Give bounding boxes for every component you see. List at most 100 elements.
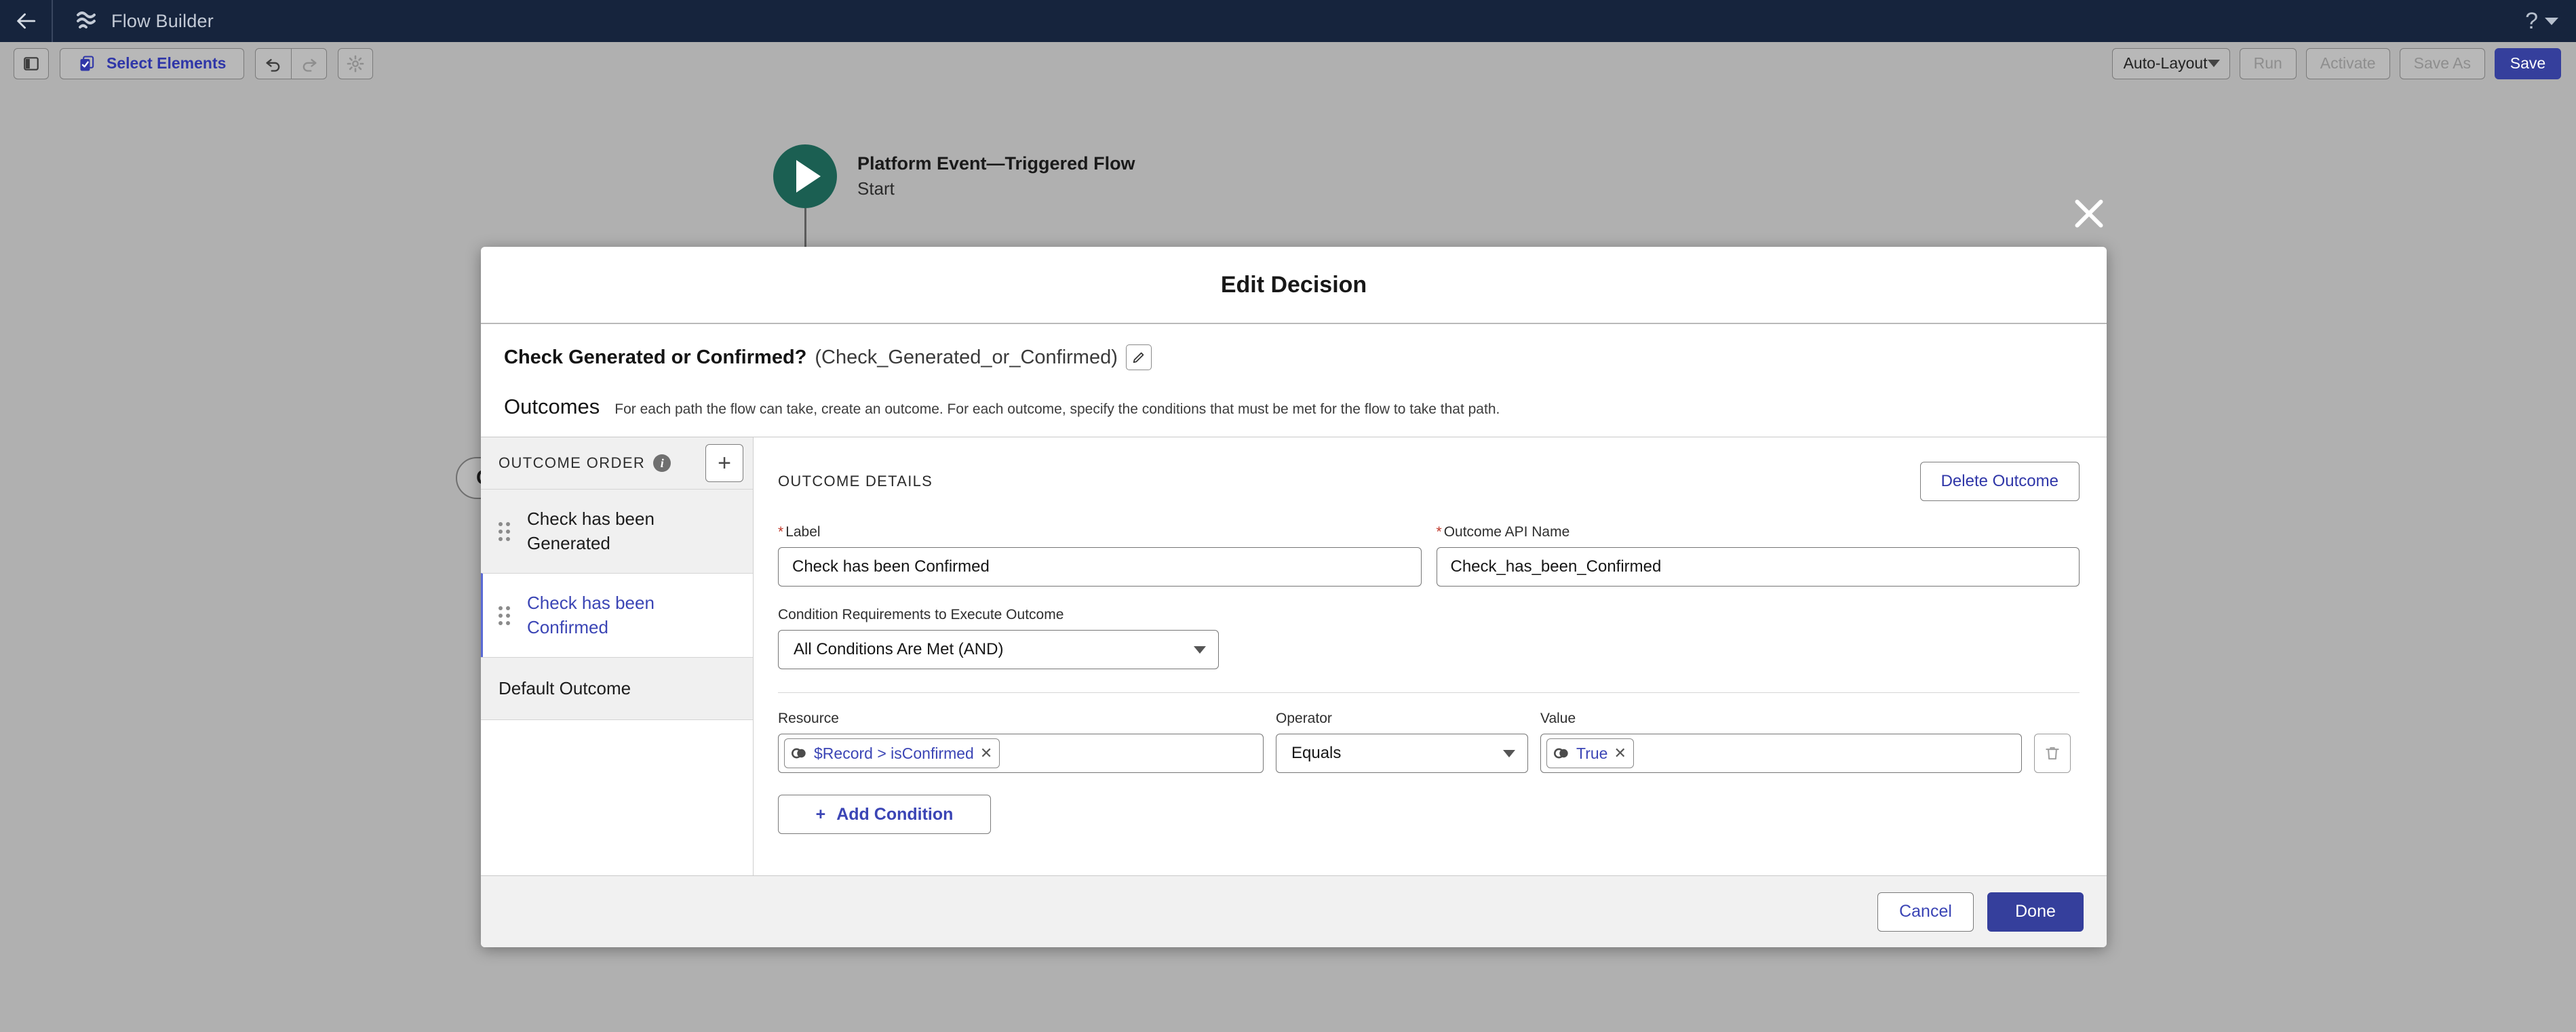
start-node-text: Platform Event—Triggered Flow Start xyxy=(857,153,1135,199)
toolbar-right-group: Auto-Layout Run Activate Save As Save xyxy=(2112,48,2576,79)
operator-label: Operator xyxy=(1276,711,1528,727)
builder-toolbar: Select Elements A xyxy=(0,42,2576,85)
outcomes-description: For each path the flow can take, create … xyxy=(614,401,1500,418)
label-field-label: *Label xyxy=(778,524,1422,540)
modal-close-button[interactable] xyxy=(2069,193,2109,234)
outcome-name-fields: *Label *Outcome API Name xyxy=(778,524,2080,587)
condition-requirements-label: Condition Requirements to Execute Outcom… xyxy=(778,607,1219,623)
help-menu[interactable]: ? xyxy=(2525,9,2576,33)
start-node-subtitle: Start xyxy=(857,178,1135,199)
value-label: Value xyxy=(1540,711,2022,727)
settings-button[interactable] xyxy=(338,48,373,79)
sidebar-filler xyxy=(481,720,753,875)
decision-label: Check Generated or Confirmed? xyxy=(504,346,806,369)
modal-header: Edit Decision xyxy=(481,247,2107,324)
layout-mode-value: Auto-Layout xyxy=(2124,54,2208,73)
merge-field-icon xyxy=(1553,746,1570,761)
modal-title: Edit Decision xyxy=(1221,272,1367,298)
edit-decision-modal: Edit Decision Check Generated or Confirm… xyxy=(481,247,2107,947)
redo-button[interactable] xyxy=(291,49,326,79)
default-outcome-item[interactable]: Default Outcome xyxy=(481,657,753,720)
chevron-down-icon xyxy=(1503,750,1515,757)
outcome-api-name-input[interactable] xyxy=(1437,547,2080,587)
merge-field-icon xyxy=(790,746,808,761)
select-elements-button[interactable]: Select Elements xyxy=(60,48,244,79)
side-panel-toggle-icon xyxy=(22,55,40,73)
activate-button[interactable]: Activate xyxy=(2306,48,2390,79)
required-marker: * xyxy=(1437,524,1442,540)
operator-field-group: Operator Equals xyxy=(1276,711,1528,773)
decision-name-section: Check Generated or Confirmed? (Check_Gen… xyxy=(481,324,2107,370)
layout-mode-dropdown[interactable]: Auto-Layout xyxy=(2112,48,2230,79)
outcome-order-sidebar: OUTCOME ORDER i + Check has been Generat… xyxy=(481,437,754,875)
info-icon[interactable]: i xyxy=(653,454,671,472)
api-name-field-label-text: Outcome API Name xyxy=(1444,524,1570,540)
back-button[interactable] xyxy=(0,0,53,42)
app-title: Flow Builder xyxy=(111,11,214,32)
label-field-group: *Label xyxy=(778,524,1422,587)
close-icon xyxy=(2069,193,2109,234)
resource-pill[interactable]: $Record > isConfirmed ✕ xyxy=(784,738,1000,768)
condition-requirements-group: Condition Requirements to Execute Outcom… xyxy=(778,607,1219,669)
save-button[interactable]: Save xyxy=(2495,48,2561,79)
panel-toggle-button[interactable] xyxy=(14,48,49,79)
decision-name-row: Check Generated or Confirmed? (Check_Gen… xyxy=(504,344,2084,370)
undo-button[interactable] xyxy=(256,49,291,79)
start-node-title: Platform Event—Triggered Flow xyxy=(857,153,1135,174)
close-icon[interactable]: ✕ xyxy=(1614,746,1626,761)
modal-footer: Cancel Done xyxy=(481,875,2107,947)
condition-row: Resource $Record > isConfirmed ✕ xyxy=(778,692,2080,773)
outcomes-section-header: Outcomes For each path the flow can take… xyxy=(481,370,2107,437)
cancel-button[interactable]: Cancel xyxy=(1877,892,1974,932)
arrow-left-icon xyxy=(14,9,37,33)
condition-requirements-dropdown[interactable]: All Conditions Are Met (AND) xyxy=(778,630,1219,669)
operator-dropdown[interactable]: Equals xyxy=(1276,734,1528,773)
chevron-down-icon xyxy=(1194,646,1206,654)
outcome-list-item-label: Check has been Confirmed xyxy=(527,591,738,639)
value-pill[interactable]: True ✕ xyxy=(1546,738,1634,768)
value-combobox[interactable]: True ✕ xyxy=(1540,734,2022,773)
save-as-button[interactable]: Save As xyxy=(2400,48,2485,79)
delete-outcome-button[interactable]: Delete Outcome xyxy=(1920,462,2080,501)
outcome-list-item-label: Check has been Generated xyxy=(527,507,738,555)
outcome-order-header: OUTCOME ORDER i + xyxy=(481,437,753,489)
decision-api-name: (Check_Generated_or_Confirmed) xyxy=(815,346,1118,369)
pencil-icon xyxy=(1131,350,1146,365)
modal-body: OUTCOME ORDER i + Check has been Generat… xyxy=(481,437,2107,875)
outcome-details-label: OUTCOME DETAILS xyxy=(778,473,933,490)
done-button[interactable]: Done xyxy=(1987,892,2084,932)
close-icon[interactable]: ✕ xyxy=(980,746,992,761)
drag-handle-icon[interactable] xyxy=(499,606,513,625)
outcome-details-header: OUTCOME DETAILS Delete Outcome xyxy=(778,458,2080,505)
question-mark-icon: ? xyxy=(2525,9,2538,33)
start-node[interactable]: Platform Event—Triggered Flow Start xyxy=(773,144,1135,208)
api-name-field-group: *Outcome API Name xyxy=(1437,524,2080,587)
plus-icon: + xyxy=(816,805,826,825)
required-marker: * xyxy=(778,524,783,540)
resource-pill-label: $Record > isConfirmed xyxy=(814,745,974,763)
label-input[interactable] xyxy=(778,547,1422,587)
undo-redo-group xyxy=(255,48,327,79)
select-elements-icon xyxy=(78,54,97,73)
outcomes-title: Outcomes xyxy=(504,395,600,419)
label-field-label-text: Label xyxy=(785,524,820,540)
gear-icon xyxy=(346,54,365,73)
resource-combobox[interactable]: $Record > isConfirmed ✕ xyxy=(778,734,1264,773)
drag-handle-icon[interactable] xyxy=(499,522,513,541)
add-condition-button[interactable]: + Add Condition xyxy=(778,795,991,834)
value-pill-label: True xyxy=(1576,745,1607,763)
outcome-order-label: OUTCOME ORDER xyxy=(499,454,645,472)
undo-icon xyxy=(264,54,283,73)
resource-field-group: Resource $Record > isConfirmed ✕ xyxy=(778,711,1264,773)
condition-requirements-value: All Conditions Are Met (AND) xyxy=(794,640,1003,659)
add-outcome-button[interactable]: + xyxy=(705,444,743,482)
add-condition-label: Add Condition xyxy=(836,805,953,825)
select-elements-label: Select Elements xyxy=(106,54,226,73)
run-button[interactable]: Run xyxy=(2240,48,2297,79)
api-name-field-label: *Outcome API Name xyxy=(1437,524,2080,540)
start-node-icon-circle xyxy=(773,144,837,208)
outcome-list-item-generated[interactable]: Check has been Generated xyxy=(481,489,753,573)
edit-decision-name-button[interactable] xyxy=(1126,344,1152,370)
delete-condition-button[interactable] xyxy=(2034,734,2071,773)
outcome-list-item-confirmed[interactable]: Check has been Confirmed xyxy=(481,573,753,657)
